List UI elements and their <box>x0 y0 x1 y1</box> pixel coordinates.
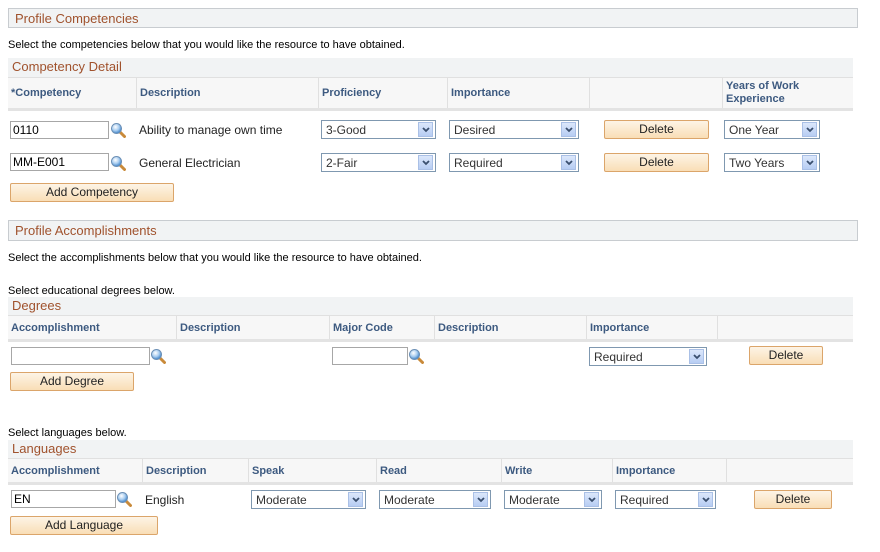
profile-competencies-section-header: Profile Competencies <box>8 8 858 28</box>
degrees-instruction: Select educational degrees below. <box>8 285 175 297</box>
delete-button[interactable]: Delete <box>604 153 709 172</box>
importance-select[interactable]: Required <box>449 153 579 172</box>
speak-select[interactable]: Moderate <box>251 490 366 509</box>
col-description: Description <box>137 78 319 108</box>
chevron-down-icon <box>561 122 576 137</box>
write-select[interactable]: Moderate <box>504 490 602 509</box>
selected-value: Moderate <box>384 493 435 507</box>
col-importance: Importance <box>448 78 590 108</box>
col-actions <box>718 316 853 339</box>
selected-value: Desired <box>454 123 496 137</box>
degrees-grid-title: Degrees <box>8 297 853 316</box>
languages-instruction: Select languages below. <box>8 427 127 439</box>
profile-accomplishments-section-header: Profile Accomplishments <box>8 220 858 241</box>
chevron-down-icon <box>418 155 433 170</box>
major-code-input[interactable] <box>332 347 408 365</box>
col-years-experience: Years of Work Experience <box>726 80 800 105</box>
magnifier-lookup-icon[interactable] <box>116 491 132 507</box>
selected-value: 3-Good <box>326 123 367 137</box>
chevron-down-icon <box>561 155 576 170</box>
col-importance: Importance <box>587 316 718 339</box>
grid-title-text: Competency Detail <box>12 59 122 74</box>
proficiency-select[interactable]: 3-Good <box>321 120 436 139</box>
col-accomplishment: Accomplishment <box>8 316 177 339</box>
languages-grid-title: Languages <box>8 440 853 459</box>
competency-grid-header: *Competency Description Proficiency Impo… <box>8 77 853 111</box>
chevron-down-icon <box>802 122 817 137</box>
selected-value: Required <box>454 156 503 170</box>
importance-select[interactable]: Desired <box>449 120 579 139</box>
delete-button[interactable]: Delete <box>604 120 709 139</box>
chevron-down-icon <box>802 155 817 170</box>
competencies-instruction: Select the competencies below that you w… <box>8 39 405 51</box>
language-accomplishment-input[interactable]: EN <box>11 490 116 508</box>
years-experience-select[interactable]: Two Years <box>724 153 820 172</box>
col-description: Description <box>143 459 249 482</box>
competency-description: Ability to manage own time <box>139 123 283 137</box>
col-accomplishment: Accomplishment <box>8 459 143 482</box>
col-proficiency: Proficiency <box>319 78 448 108</box>
degree-accomplishment-input[interactable] <box>11 347 150 365</box>
section-title: Profile Accomplishments <box>15 223 157 238</box>
selected-value: One Year <box>729 123 780 137</box>
competency-input[interactable]: 0110 <box>10 121 109 139</box>
importance-select[interactable]: Required <box>589 347 707 366</box>
selected-value: Required <box>620 493 669 507</box>
read-select[interactable]: Moderate <box>379 490 491 509</box>
accomplishments-instruction: Select the accomplishments below that yo… <box>8 252 422 264</box>
language-description: English <box>145 493 185 507</box>
importance-select[interactable]: Required <box>615 490 716 509</box>
magnifier-lookup-icon[interactable] <box>110 122 126 138</box>
years-experience-select[interactable]: One Year <box>724 120 820 139</box>
add-competency-button[interactable]: Add Competency <box>10 183 174 202</box>
magnifier-lookup-icon[interactable] <box>150 348 166 364</box>
col-read: Read <box>377 459 502 482</box>
grid-title-text: Languages <box>12 441 77 456</box>
selected-value: Two Years <box>729 156 785 170</box>
chevron-down-icon <box>584 492 599 507</box>
proficiency-select[interactable]: 2-Fair <box>321 153 436 172</box>
col-speak: Speak <box>249 459 377 482</box>
col-actions <box>590 78 723 108</box>
col-actions <box>727 459 853 482</box>
add-degree-button[interactable]: Add Degree <box>10 372 134 391</box>
chevron-down-icon <box>418 122 433 137</box>
selected-value: Moderate <box>509 493 560 507</box>
delete-button[interactable]: Delete <box>749 346 823 365</box>
col-major-description: Description <box>435 316 587 339</box>
languages-grid-header: Accomplishment Description Speak Read Wr… <box>8 458 853 485</box>
chevron-down-icon <box>698 492 713 507</box>
add-language-button[interactable]: Add Language <box>10 516 158 535</box>
degrees-grid-header: Accomplishment Description Major Code De… <box>8 315 853 342</box>
chevron-down-icon <box>689 349 704 364</box>
magnifier-lookup-icon[interactable] <box>110 155 126 171</box>
competency-description: General Electrician <box>139 156 241 170</box>
col-write: Write <box>502 459 613 482</box>
chevron-down-icon <box>473 492 488 507</box>
col-competency: *Competency <box>8 78 137 108</box>
grid-title-text: Degrees <box>12 298 62 313</box>
competency-input[interactable]: MM-E001 <box>10 153 109 171</box>
section-title: Profile Competencies <box>15 11 139 26</box>
col-description: Description <box>177 316 330 339</box>
col-major-code: Major Code <box>330 316 435 339</box>
competency-detail-grid-title: Competency Detail <box>8 58 853 77</box>
col-importance: Importance <box>613 459 727 482</box>
selected-value: Required <box>594 350 643 364</box>
magnifier-lookup-icon[interactable] <box>408 348 424 364</box>
chevron-down-icon <box>348 492 363 507</box>
delete-button[interactable]: Delete <box>754 490 832 509</box>
selected-value: Moderate <box>256 493 307 507</box>
selected-value: 2-Fair <box>326 156 358 170</box>
